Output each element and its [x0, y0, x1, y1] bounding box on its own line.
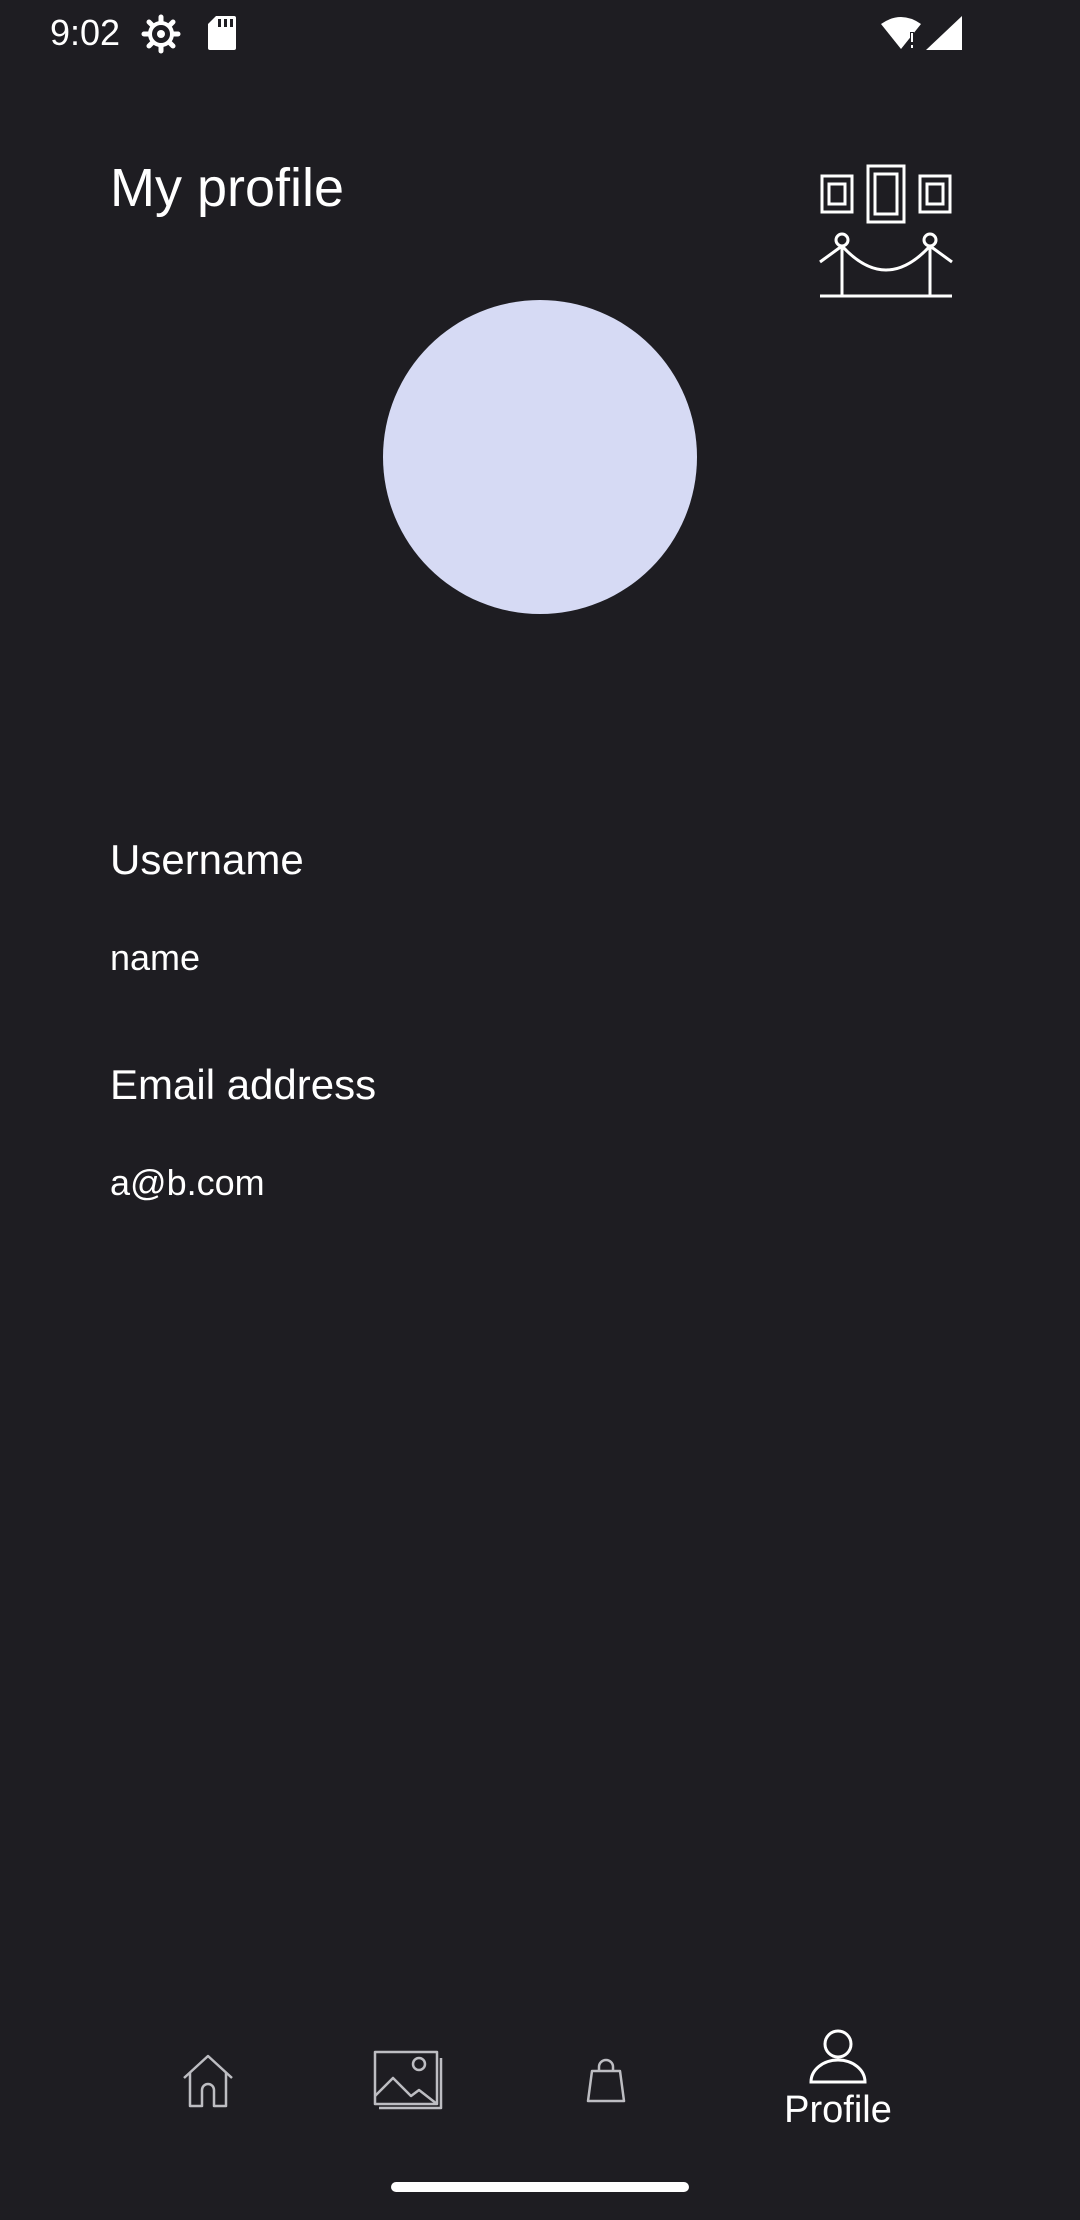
person-icon	[809, 2029, 867, 2084]
settings-gear-icon	[141, 14, 181, 54]
gallery-icon	[373, 2050, 443, 2110]
email-label: Email address	[110, 1061, 377, 1108]
email-value: a@b.com	[110, 1162, 265, 1203]
shopping-bag-icon	[586, 2058, 626, 2103]
status-time: 9:02	[50, 12, 121, 53]
nav-label-profile: Profile	[784, 2089, 892, 2131]
nav-item-profile[interactable]: Profile	[738, 2010, 938, 2150]
home-indicator[interactable]	[391, 2182, 689, 2192]
username-label: Username	[110, 836, 304, 883]
nav-item-gallery[interactable]	[308, 2010, 508, 2150]
gallery-frames-rope-icon	[819, 164, 953, 298]
wifi-icon	[881, 17, 921, 49]
status-bar: 9:02	[0, 0, 1080, 66]
nav-item-shop[interactable]	[506, 2010, 706, 2150]
sd-card-icon	[208, 16, 236, 50]
home-icon	[183, 2054, 233, 2108]
page-title: My profile	[110, 158, 345, 218]
cell-signal-icon	[926, 16, 962, 50]
username-value: name	[110, 937, 201, 978]
bottom-nav: Profile	[0, 2010, 1080, 2160]
nav-item-home[interactable]	[108, 2010, 308, 2150]
avatar[interactable]	[383, 300, 697, 614]
